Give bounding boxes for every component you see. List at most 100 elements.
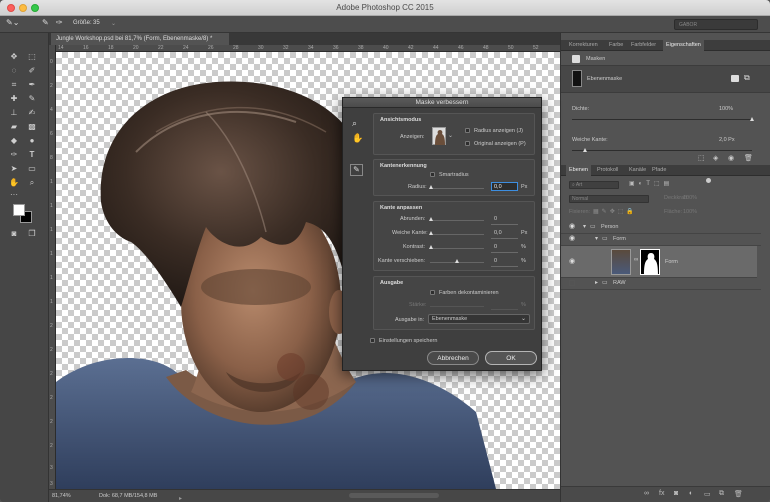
select-pixel-mask-icon[interactable] xyxy=(731,75,739,82)
hand-tool-icon[interactable]: ✋ xyxy=(352,133,363,144)
eye-icon[interactable]: ◉ xyxy=(569,234,575,242)
fill-value[interactable]: 100% xyxy=(683,209,697,215)
tab-ebenen[interactable]: Ebenen xyxy=(566,165,591,176)
brush-tool-preset-icon[interactable]: ✎⌄ xyxy=(6,18,19,27)
horizontal-scrollbar[interactable] xyxy=(349,493,439,498)
eyedropper-tool-icon[interactable]: ✒ xyxy=(27,80,37,90)
dodge-tool-icon[interactable]: ● xyxy=(27,136,37,146)
tab-farbfelder[interactable]: Farbfelder xyxy=(631,40,656,51)
history-brush-tool-icon[interactable]: ✍ xyxy=(27,108,37,118)
chain-link-icon[interactable]: ∞ xyxy=(634,257,638,263)
opacity-value[interactable]: 100% xyxy=(683,195,697,201)
eye-icon[interactable]: ◉ xyxy=(569,222,575,230)
group-expand-icon[interactable]: ▾ xyxy=(583,223,586,230)
status-arrow-icon[interactable]: ▸ xyxy=(179,493,182,502)
pen-tool-icon[interactable]: ✑ xyxy=(9,150,19,160)
density-slider[interactable] xyxy=(572,119,752,120)
search-field[interactable]: GABOR xyxy=(674,19,758,30)
adjustment-layer-icon[interactable]: ◐ xyxy=(689,490,693,497)
screen-mode-icon[interactable]: ❐ xyxy=(27,229,37,239)
quick-mask-icon[interactable]: ◙ xyxy=(9,229,19,239)
layer-filter-select[interactable]: ⌕ Art xyxy=(569,181,619,189)
tab-korrekturen[interactable]: Korrekturen xyxy=(569,40,598,51)
size-value[interactable]: 35 xyxy=(93,20,100,26)
add-mask-icon[interactable]: ◙ xyxy=(674,490,678,497)
view-preview-thumbnail[interactable] xyxy=(432,127,446,145)
shift-edge-slider-thumb[interactable] xyxy=(455,259,459,263)
feather-slider[interactable] xyxy=(430,234,484,235)
refine-radius-tool-icon[interactable]: ✎ xyxy=(350,164,363,176)
eraser-brush-icon[interactable]: ✑ xyxy=(56,18,63,27)
feather-value[interactable]: 0,0 xyxy=(494,230,502,236)
lasso-tool-icon[interactable]: ◌ xyxy=(9,66,19,76)
brush-tool-icon[interactable]: ✎ xyxy=(27,94,37,104)
layer-row-raw[interactable]: ▸ ▭ RAW xyxy=(561,278,761,290)
close-window-button[interactable] xyxy=(7,4,15,12)
smooth-slider[interactable] xyxy=(430,220,484,221)
contrast-value[interactable]: 0 xyxy=(494,244,497,250)
quick-select-tool-icon[interactable]: ✐ xyxy=(27,66,37,76)
feather-value[interactable]: 2,0 Px xyxy=(719,137,735,143)
delete-mask-icon[interactable]: 🗑 xyxy=(744,154,753,162)
layer-filter-icons[interactable]: ▣◐T⬚▤ xyxy=(629,180,673,187)
add-vector-mask-icon[interactable]: ⧉ xyxy=(744,73,750,83)
move-tool-icon[interactable]: ✥ xyxy=(9,52,19,62)
crop-tool-icon[interactable]: ⌗ xyxy=(9,80,19,90)
size-dropdown-icon[interactable]: ⌄ xyxy=(111,20,116,27)
layer-row-person[interactable]: ◉ ▾ ▭ Person xyxy=(561,222,761,234)
smooth-value[interactable]: 0 xyxy=(494,216,497,222)
gradient-tool-icon[interactable]: ▩ xyxy=(27,122,37,132)
layer-row-form-group[interactable]: ◉ ▾ ▭ Form xyxy=(561,234,761,246)
eye-icon[interactable]: ◉ xyxy=(569,257,575,265)
shift-edge-value[interactable]: 0 xyxy=(494,258,497,264)
decontaminate-checkbox[interactable] xyxy=(430,290,435,295)
marquee-tool-icon[interactable]: ⬚ xyxy=(27,52,37,62)
tab-pfade[interactable]: Pfade xyxy=(652,165,666,176)
hand-tool-icon[interactable]: ✋ xyxy=(9,178,19,188)
zoom-level[interactable]: 81,74% xyxy=(52,490,71,502)
feather-slider-thumb[interactable] xyxy=(582,148,587,152)
ok-button[interactable]: OK xyxy=(485,351,537,365)
brush-preset-icon[interactable]: ✎ xyxy=(42,18,49,27)
document-size-info[interactable]: Dok: 68,7 MB/154,8 MB xyxy=(99,490,157,502)
visibility-toggle[interactable] xyxy=(569,280,575,286)
tab-farbe[interactable]: Farbe xyxy=(609,40,623,51)
load-selection-icon[interactable]: ⬚ xyxy=(698,154,705,162)
path-select-tool-icon[interactable]: ➤ xyxy=(9,164,19,174)
smart-radius-checkbox[interactable] xyxy=(430,172,435,177)
cancel-button[interactable]: Abbrechen xyxy=(427,351,479,365)
layer-mask-thumbnail[interactable] xyxy=(640,249,660,275)
radius-slider-thumb[interactable] xyxy=(429,185,433,189)
foreground-color-swatch[interactable] xyxy=(13,204,25,216)
link-layers-icon[interactable]: ∞ xyxy=(644,490,649,497)
density-value[interactable]: 100% xyxy=(719,106,733,112)
blend-mode-select[interactable]: Normal xyxy=(569,195,649,203)
view-dropdown-icon[interactable]: ⌄ xyxy=(448,132,453,139)
layer-row-form-selected[interactable]: ◉ ∞ Form xyxy=(561,246,757,278)
show-original-checkbox[interactable] xyxy=(465,141,470,146)
new-layer-icon[interactable]: ⧉ xyxy=(719,490,724,498)
shape-tool-icon[interactable]: ▭ xyxy=(27,164,37,174)
zoom-tool-icon[interactable]: ⌕ xyxy=(352,118,357,129)
tab-kanaele[interactable]: Kanäle xyxy=(629,165,646,176)
show-radius-checkbox[interactable] xyxy=(465,128,470,133)
tab-eigenschaften[interactable]: Eigenschaften xyxy=(663,40,704,51)
strength-slider[interactable] xyxy=(430,306,484,307)
blur-tool-icon[interactable]: ◆ xyxy=(9,136,19,146)
type-tool-icon[interactable]: T xyxy=(27,150,37,160)
lock-icons[interactable]: ▦✎✥⬚🔒 xyxy=(593,208,637,215)
healing-brush-tool-icon[interactable]: ✚ xyxy=(9,94,19,104)
more-tools-icon[interactable]: ··· xyxy=(9,190,19,200)
group-expand-icon[interactable]: ▾ xyxy=(595,235,598,242)
new-group-icon[interactable]: ▭ xyxy=(704,490,711,498)
document-tab[interactable]: Jungle Workshop.psd bei 81,7% (Form, Ebe… xyxy=(51,33,229,45)
delete-layer-icon[interactable]: 🗑 xyxy=(734,490,743,498)
zoom-tool-icon[interactable]: ⌕ xyxy=(27,178,37,188)
eraser-tool-icon[interactable]: ▰ xyxy=(9,122,19,132)
output-to-select[interactable]: Ebenenmaske ⌄ xyxy=(428,314,530,324)
radius-slider[interactable] xyxy=(430,188,484,189)
fx-icon[interactable]: fx xyxy=(659,490,664,497)
density-slider-thumb[interactable] xyxy=(750,117,754,121)
zoom-window-button[interactable] xyxy=(31,4,39,12)
tab-protokoll[interactable]: Protokoll xyxy=(597,165,618,176)
